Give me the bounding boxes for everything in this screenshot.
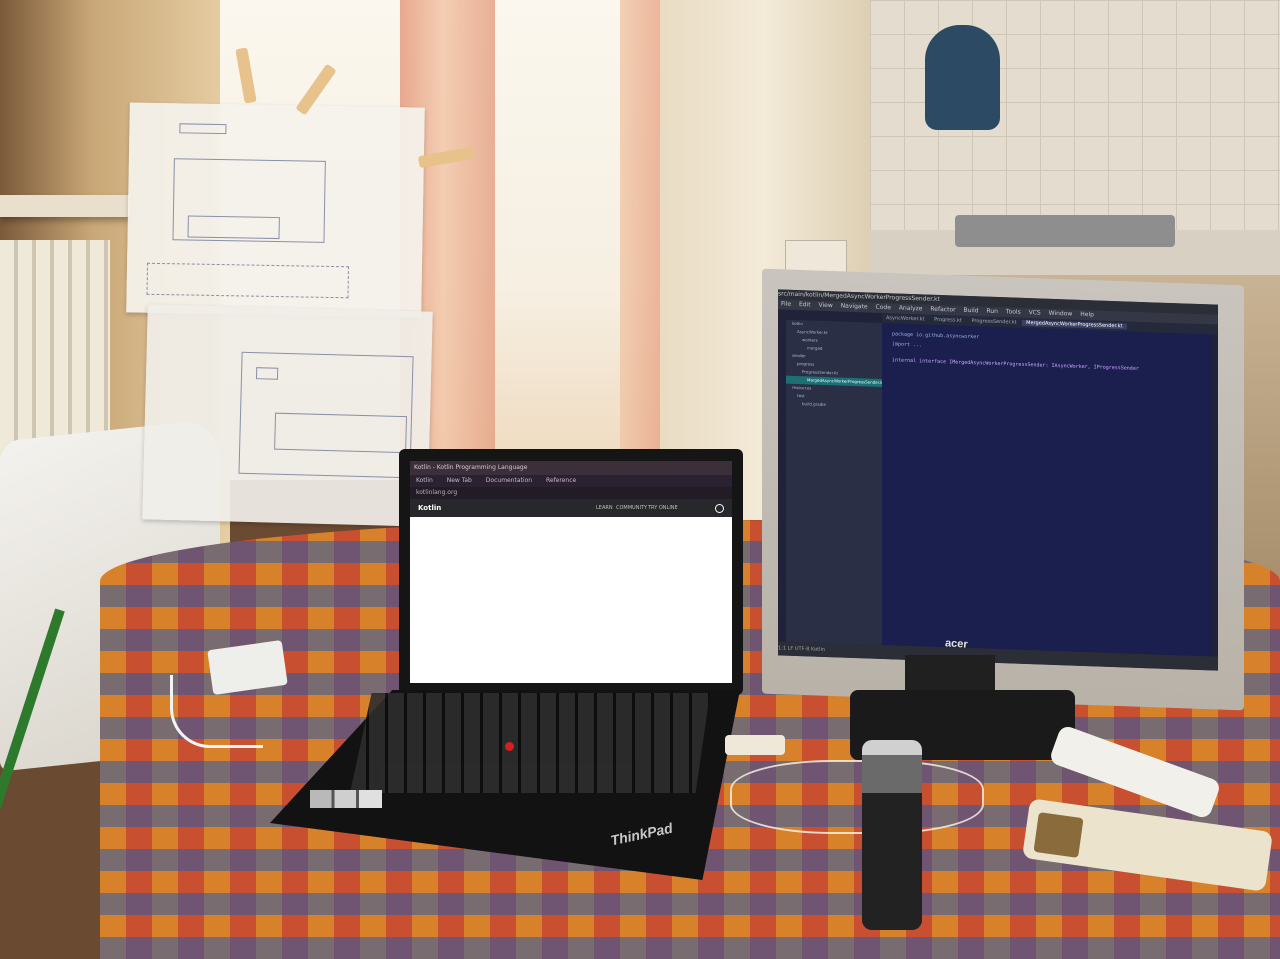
- diagram-box: [179, 123, 227, 135]
- menu-item[interactable]: Navigate: [838, 302, 871, 311]
- diagram-box: [274, 412, 408, 454]
- menu-item[interactable]: Analyze: [896, 304, 926, 313]
- tangled-cables: [730, 760, 984, 834]
- ide-project-tree: kotlin AsyncWorker.kt workers merged sender p…: [786, 319, 882, 645]
- nav-link-community[interactable]: COMMUNITY: [616, 499, 647, 517]
- vaporizer: [862, 740, 922, 930]
- browser-tab[interactable]: Reference: [540, 477, 582, 484]
- code-line: internal interface IMergedAsyncWorkerPro…: [892, 357, 1139, 372]
- trackpoint: [505, 742, 514, 751]
- browser-tab[interactable]: Documentation: [480, 477, 538, 484]
- usb-hub: [725, 735, 785, 755]
- menu-item[interactable]: Edit: [796, 301, 814, 309]
- menu-item[interactable]: File: [778, 300, 794, 308]
- editor-tab[interactable]: AsyncWorker.kt: [882, 315, 929, 323]
- laptop-keyboard: [350, 693, 710, 793]
- remote-display: [1033, 812, 1084, 858]
- kotlin-logo[interactable]: Kotlin: [418, 499, 441, 517]
- kotlin-site-header: Kotlin LEARN COMMUNITY TRY ONLINE: [410, 499, 732, 517]
- acer-logo: acer: [944, 637, 969, 651]
- menu-item[interactable]: View: [816, 302, 836, 310]
- laptop-screen: Kotlin - Kotlin Programming Language Kot…: [410, 461, 732, 683]
- menu-item[interactable]: Code: [873, 304, 894, 312]
- laptop-stickers: [310, 790, 382, 808]
- diagram-box: [187, 215, 280, 240]
- diagram-box: [255, 367, 279, 380]
- search-icon[interactable]: [715, 504, 724, 513]
- browser-tabstrip: Kotlin New Tab Documentation Reference: [410, 475, 732, 487]
- code-line: package io.github.asyncworker: [892, 331, 980, 341]
- menu-item[interactable]: VCS: [1026, 309, 1044, 317]
- monitor-screen: src/main/kotlin/MergedAsyncWorkerProgres…: [778, 289, 1218, 671]
- menu-item[interactable]: Tools: [1003, 308, 1024, 316]
- menu-item[interactable]: Run: [983, 307, 1001, 315]
- oven-mitt: [925, 25, 1000, 130]
- browser-titlebar: Kotlin - Kotlin Programming Language: [410, 461, 732, 475]
- menu-item[interactable]: Refactor: [927, 306, 958, 314]
- menu-item[interactable]: Build: [961, 307, 982, 315]
- diagram-box: [146, 262, 350, 299]
- menu-item[interactable]: Help: [1077, 311, 1097, 319]
- menu-item[interactable]: Window: [1046, 310, 1076, 318]
- browser-address-bar[interactable]: kotlinlang.org: [410, 487, 732, 499]
- editor-tab[interactable]: ProgressSender.kt: [968, 318, 1021, 326]
- code-line: import ...: [892, 341, 923, 349]
- browser-tab[interactable]: Kotlin: [410, 477, 439, 484]
- hanging-paper-diagram-top: [126, 102, 425, 318]
- browser-tab[interactable]: New Tab: [441, 477, 478, 484]
- nav-link-try-online[interactable]: TRY ONLINE: [648, 499, 678, 517]
- editor-tab[interactable]: Progress.kt: [930, 317, 966, 324]
- nav-link-learn[interactable]: LEARN: [596, 499, 613, 517]
- hanging-paper-diagram-bottom: [142, 304, 433, 527]
- wall-shelf: [0, 195, 130, 217]
- gas-stove: [955, 215, 1175, 247]
- page-content-area: [410, 517, 732, 683]
- ide-code-editor[interactable]: package io.github.asyncworker import ...…: [882, 322, 1212, 657]
